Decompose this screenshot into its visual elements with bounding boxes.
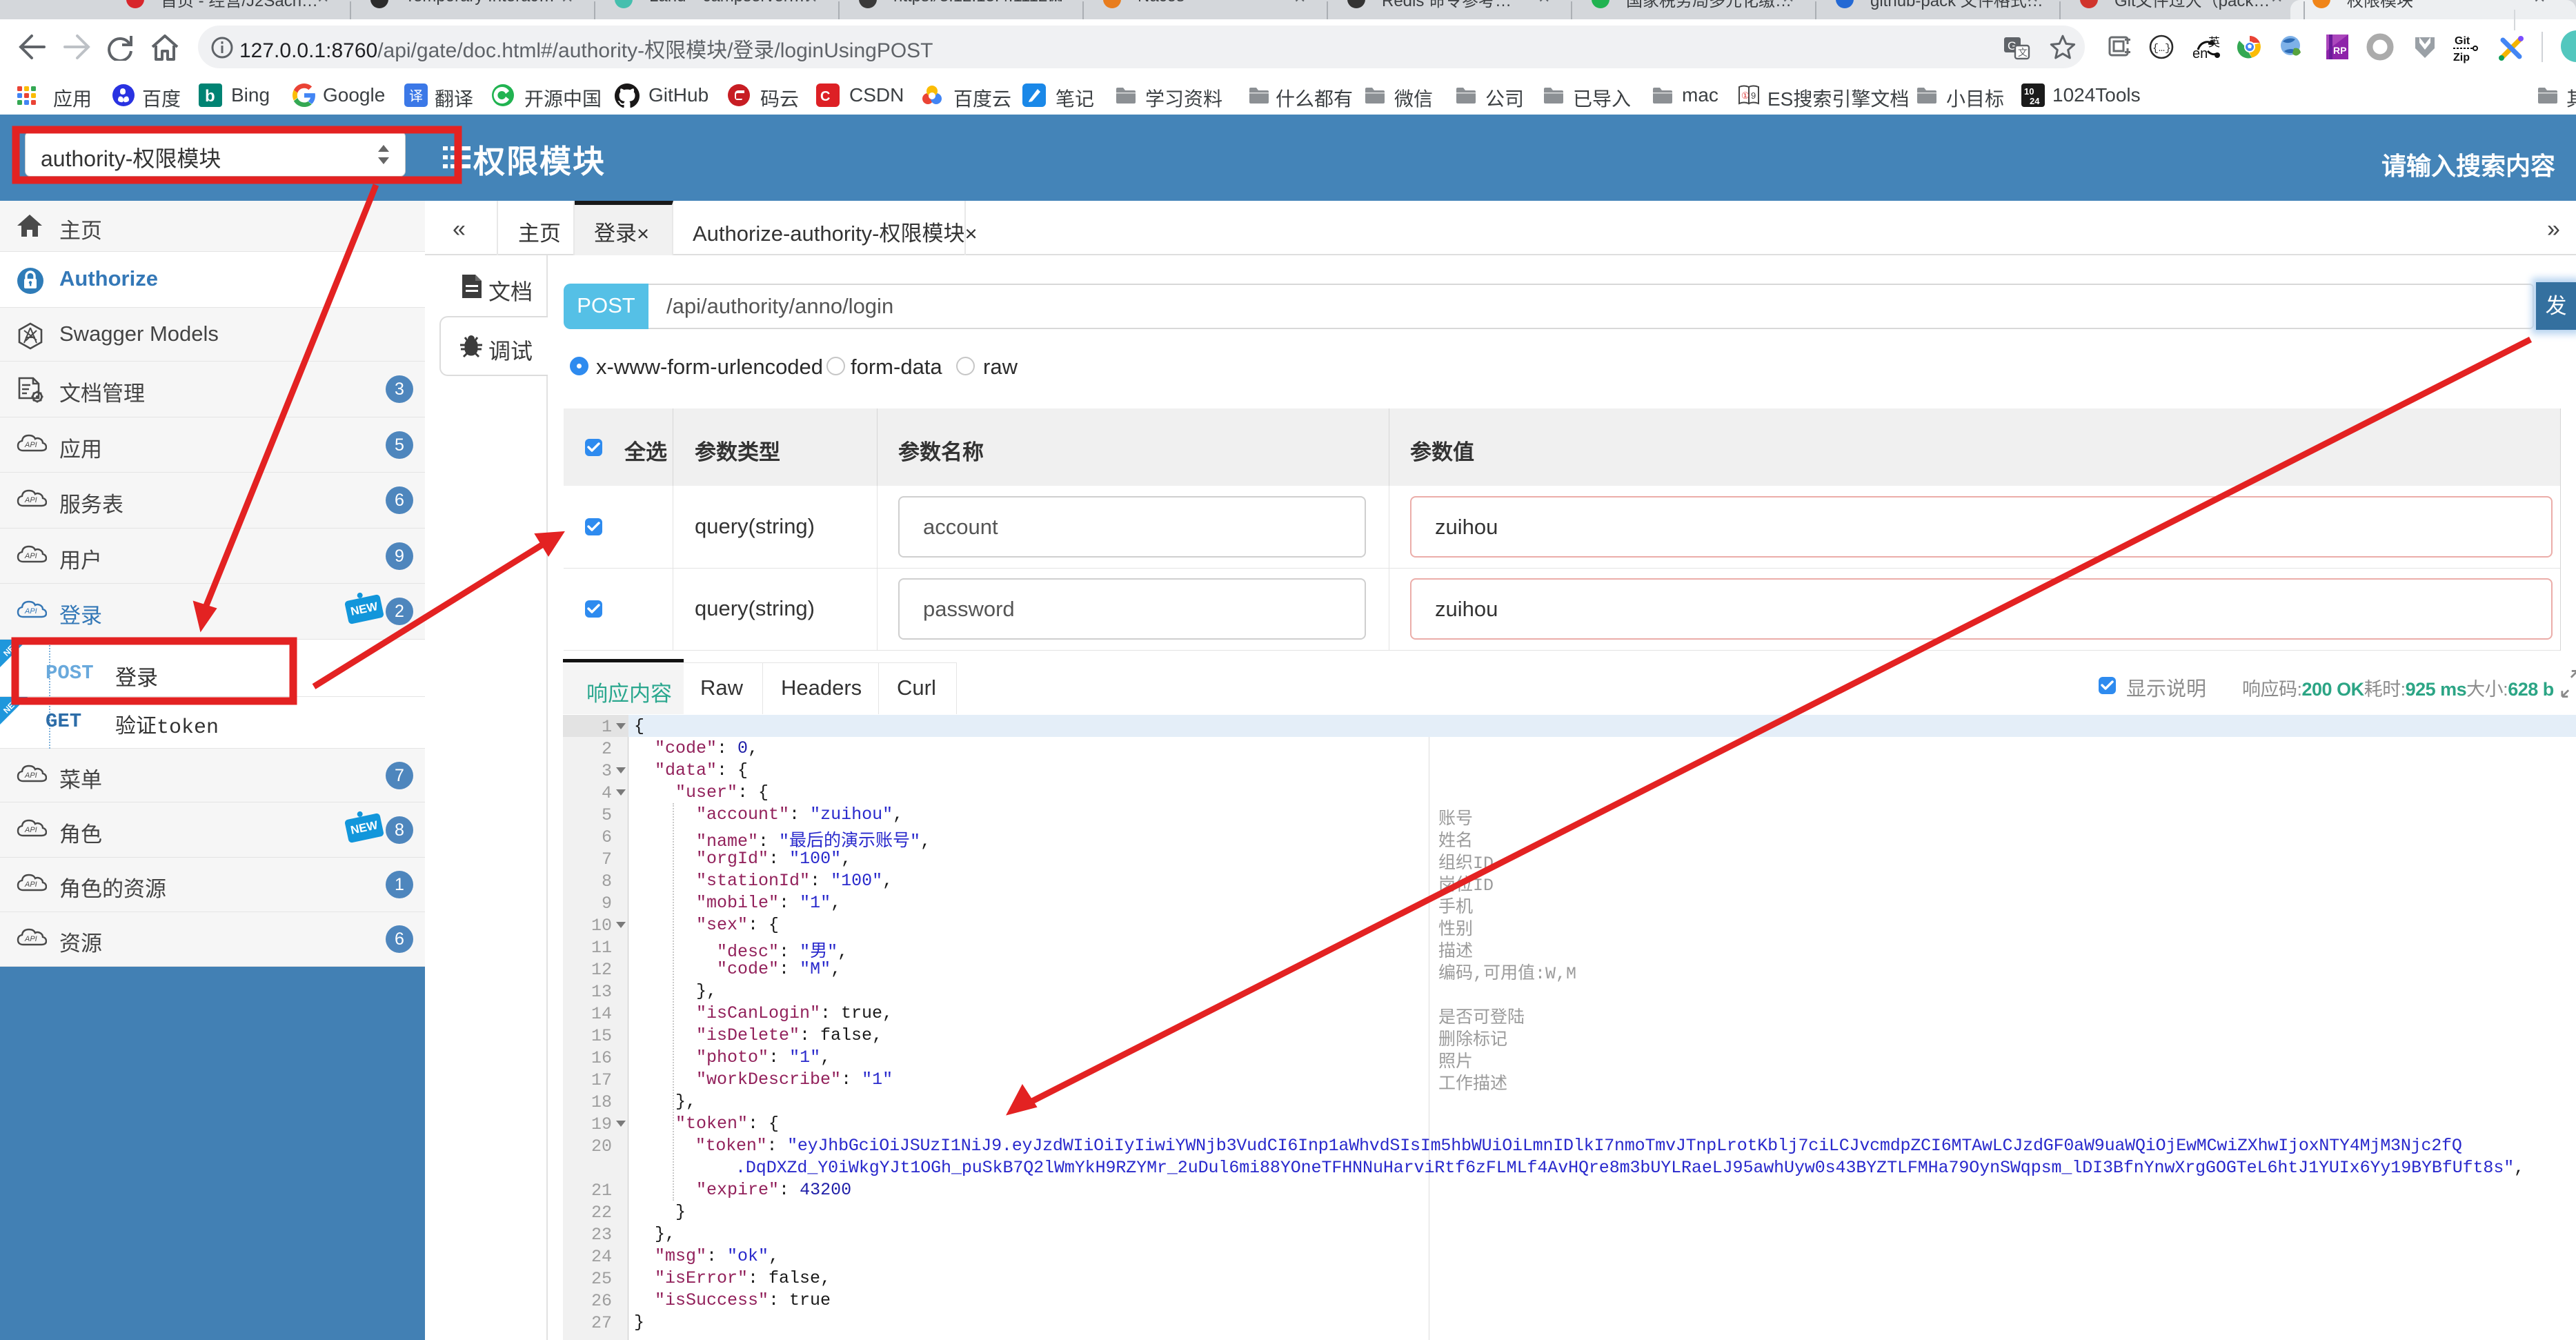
svg-text:API: API <box>24 496 37 504</box>
svg-text:9: 9 <box>1751 90 1756 101</box>
svg-text:{…}: {…} <box>2152 43 2171 55</box>
svg-text:API: API <box>24 935 37 943</box>
svg-text:b: b <box>205 87 215 106</box>
svg-text:24: 24 <box>2030 96 2040 106</box>
svg-text:译: 译 <box>409 88 423 104</box>
svg-text:RP: RP <box>2333 45 2346 56</box>
svg-text:API: API <box>24 880 37 889</box>
svg-text:API: API <box>24 607 37 615</box>
svg-text:API: API <box>24 441 37 449</box>
svg-text:API: API <box>24 826 37 834</box>
svg-text:①: ① <box>1741 90 1750 101</box>
svg-text:API: API <box>24 552 37 560</box>
svg-text:en: en <box>2192 46 2208 61</box>
svg-text:文: 文 <box>2018 47 2028 58</box>
svg-text:Zip: Zip <box>2453 52 2470 63</box>
svg-text:Git: Git <box>2455 35 2470 47</box>
svg-text:10: 10 <box>2024 86 2034 97</box>
svg-text:API: API <box>24 771 37 780</box>
svg-text:C: C <box>820 89 830 104</box>
